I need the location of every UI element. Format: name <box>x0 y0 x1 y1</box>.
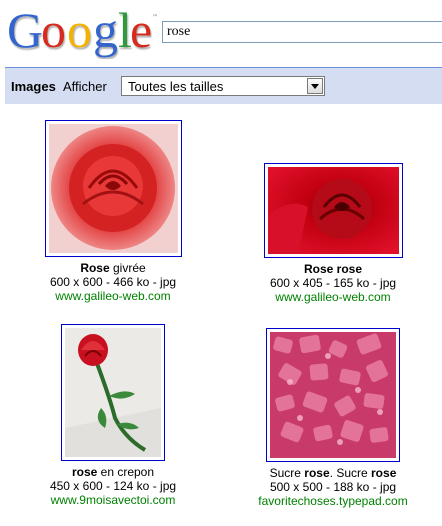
images-toolbar: Images Afficher Toutes les tailles <box>5 67 442 104</box>
google-logo[interactable]: G o o g l e ™ <box>7 3 157 59</box>
result-url[interactable]: www.galileo-web.com <box>234 290 432 304</box>
image-result: Rose rose 600 x 405 - 165 ko - jpg www.g… <box>234 163 432 304</box>
result-meta: 450 x 600 - 124 ko - jpg <box>49 479 177 493</box>
result-title: rose en crepon <box>71 465 155 479</box>
thumbnail-rose-rose[interactable] <box>263 163 403 258</box>
result-title: Rose rose <box>303 262 363 276</box>
image-result: rose en crepon 450 x 600 - 124 ko - jpg … <box>14 324 212 507</box>
search-input[interactable] <box>162 21 442 43</box>
afficher-label: Afficher <box>63 79 107 94</box>
result-url[interactable]: www.9moisavectoi.com <box>14 493 212 507</box>
result-meta: 600 x 600 - 466 ko - jpg <box>49 275 177 289</box>
thumbnail-rose-en-crepon[interactable] <box>61 324 165 461</box>
thumbnail-rose-givree[interactable] <box>44 120 182 257</box>
result-meta: 600 x 405 - 165 ko - jpg <box>269 276 397 290</box>
chevron-down-icon[interactable] <box>307 78 323 94</box>
result-url[interactable]: www.galileo-web.com <box>14 289 212 303</box>
svg-text:™: ™ <box>152 14 157 21</box>
svg-text:o: o <box>67 3 92 58</box>
section-label: Images <box>11 79 56 94</box>
svg-text:e: e <box>130 3 152 58</box>
result-meta: 500 x 500 - 188 ko - jpg <box>269 480 397 494</box>
svg-text:g: g <box>93 3 118 58</box>
result-title: Rose givrée <box>80 261 146 275</box>
svg-text:G: G <box>7 3 43 58</box>
svg-text:o: o <box>41 3 66 58</box>
size-filter-value: Toutes les tailles <box>128 79 224 94</box>
result-title: Sucre rose. Sucre rose <box>269 466 397 480</box>
image-result: Sucre rose. Sucre rose 500 x 500 - 188 k… <box>234 328 432 508</box>
image-result: Rose givrée 600 x 600 - 466 ko - jpg www… <box>14 120 212 303</box>
result-url[interactable]: favoritechoses.typepad.com <box>234 494 432 508</box>
size-filter-select[interactable]: Toutes les tailles <box>121 76 325 96</box>
thumbnail-sucre-rose[interactable] <box>266 328 400 462</box>
